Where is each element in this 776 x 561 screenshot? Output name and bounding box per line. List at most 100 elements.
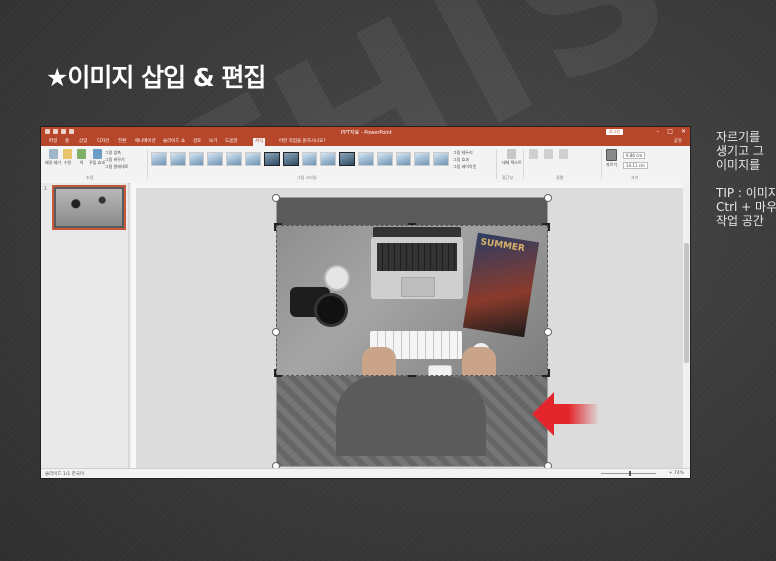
crop-handle-tl-v[interactable] bbox=[274, 223, 276, 231]
side-line-3: 이미지를 bbox=[716, 158, 761, 172]
picture-layout-button[interactable]: 그림 레이아웃 bbox=[453, 164, 476, 170]
slide-title: ★이미지 삽입 & 편집 bbox=[46, 63, 266, 92]
picture-style-15[interactable] bbox=[414, 152, 431, 166]
tab-view[interactable]: 보기 bbox=[207, 138, 219, 146]
selection-pane-button[interactable] bbox=[559, 149, 568, 160]
zoom-slider[interactable] bbox=[601, 471, 656, 476]
crop-handle-bottom[interactable] bbox=[408, 375, 416, 377]
title-bar: PPT자료 - PowerPoint 로그인 – □ ✕ bbox=[41, 127, 690, 137]
tab-format[interactable]: 서식 bbox=[253, 138, 266, 146]
resize-handle[interactable] bbox=[544, 328, 552, 336]
minimize-icon[interactable]: – bbox=[656, 128, 659, 135]
tab-animations[interactable]: 애니메이션 bbox=[133, 138, 158, 146]
bring-forward-button[interactable] bbox=[529, 149, 538, 160]
resize-handle[interactable] bbox=[272, 328, 280, 336]
undo-icon[interactable] bbox=[53, 129, 58, 134]
redo-icon[interactable] bbox=[61, 129, 66, 134]
send-backward-button[interactable] bbox=[544, 149, 553, 160]
slide-thumbnail[interactable] bbox=[52, 185, 126, 230]
bring-forward-icon bbox=[529, 149, 538, 159]
scroll-thumb[interactable] bbox=[684, 243, 689, 363]
height-field[interactable]: 9.86 cm bbox=[623, 152, 646, 159]
crop-handle-bl-v[interactable] bbox=[274, 369, 276, 377]
picture-style-5[interactable] bbox=[226, 152, 243, 166]
alt-text-button[interactable]: 대체 텍스트 bbox=[502, 149, 522, 166]
width-field[interactable]: 14.11 cm bbox=[623, 162, 648, 169]
tab-help[interactable]: 도움말 bbox=[223, 138, 239, 146]
tab-file[interactable]: 파일 bbox=[47, 138, 59, 146]
tab-design[interactable]: 디자인 bbox=[95, 138, 111, 146]
ribbon-separator bbox=[147, 149, 148, 179]
change-picture-button[interactable]: 그림 바꾸기 bbox=[105, 157, 125, 163]
ribbon-separator bbox=[523, 149, 524, 179]
color-label: 색 bbox=[79, 160, 84, 165]
picture-style-3[interactable] bbox=[188, 152, 205, 166]
tab-transitions[interactable]: 전환 bbox=[116, 138, 128, 146]
picture-style-12[interactable] bbox=[357, 152, 374, 166]
window-controls: – □ ✕ bbox=[656, 128, 686, 135]
compress-pictures-button[interactable]: 그림 압축 bbox=[105, 150, 121, 156]
maximize-icon[interactable]: □ bbox=[667, 128, 673, 135]
tab-slideshow[interactable]: 슬라이드 쇼 bbox=[161, 138, 187, 146]
side-line-2: 생기고 그 bbox=[716, 144, 764, 158]
artistic-effects-label: 꾸밈 효과 bbox=[89, 160, 105, 165]
picture-style-13[interactable] bbox=[376, 152, 393, 166]
tab-home[interactable]: 홈 bbox=[63, 138, 71, 146]
picture-style-9[interactable] bbox=[301, 152, 318, 166]
size-group-label: 크기 bbox=[631, 175, 639, 180]
crop-handle-br-v[interactable] bbox=[548, 369, 550, 377]
ribbon-separator bbox=[601, 149, 602, 179]
remove-background-label: 배경 제거 bbox=[45, 160, 61, 165]
corrections-icon bbox=[63, 149, 72, 159]
corrections-button[interactable]: 수정 bbox=[63, 149, 72, 166]
tip-line-2: Ctrl + 마우 bbox=[716, 200, 776, 214]
close-icon[interactable]: ✕ bbox=[681, 128, 686, 135]
zoom-level[interactable]: + 74% bbox=[669, 471, 684, 476]
reset-picture-button[interactable]: 그림 원래대로 bbox=[105, 164, 128, 170]
save-icon[interactable] bbox=[45, 129, 50, 134]
picture-style-6[interactable] bbox=[245, 152, 261, 166]
picture-style-1[interactable] bbox=[151, 152, 167, 166]
tell-me-search[interactable]: 어떤 작업을 원하시나요? bbox=[279, 138, 326, 146]
accessibility-group-label: 접근성 bbox=[502, 175, 514, 180]
vertical-scrollbar[interactable] bbox=[683, 183, 690, 468]
crop-button[interactable]: 자르기 bbox=[606, 149, 617, 168]
crop-handle-top[interactable] bbox=[408, 223, 416, 225]
picture-style-14[interactable] bbox=[395, 152, 412, 166]
styles-group-label: 그림 스타일 bbox=[297, 175, 317, 180]
picture-styles-gallery bbox=[151, 150, 449, 168]
crop-handle-tr-v[interactable] bbox=[548, 223, 550, 231]
remove-background-button[interactable]: 배경 제거 bbox=[45, 149, 61, 166]
ribbon-format: 배경 제거 수정 색 꾸밈 효과 그림 압축 그림 바꾸기 그림 원래대로 조정 bbox=[41, 146, 690, 184]
powerpoint-window: PPT자료 - PowerPoint 로그인 – □ ✕ 파일 홈 삽입 디자인… bbox=[41, 127, 690, 478]
tab-insert[interactable]: 삽입 bbox=[77, 138, 89, 146]
status-bar: 슬라이드 1/1 한국어 + 74% bbox=[41, 468, 690, 478]
artistic-effects-icon bbox=[92, 149, 102, 159]
picture-style-2[interactable] bbox=[169, 152, 186, 166]
picture-style-7[interactable] bbox=[263, 152, 280, 166]
artistic-effects-button[interactable]: 꾸밈 효과 bbox=[89, 149, 105, 166]
color-button[interactable]: 색 bbox=[77, 149, 86, 166]
resize-handle[interactable] bbox=[544, 194, 552, 202]
customize-icon[interactable] bbox=[69, 129, 74, 134]
send-backward-icon bbox=[544, 149, 553, 159]
picture-style-8[interactable] bbox=[282, 152, 299, 166]
remove-background-icon bbox=[48, 149, 58, 159]
crop-icon bbox=[606, 149, 618, 161]
tab-review[interactable]: 검토 bbox=[191, 138, 203, 146]
picture-style-11[interactable] bbox=[339, 152, 355, 166]
alt-text-icon bbox=[507, 149, 517, 159]
resize-handle[interactable] bbox=[272, 194, 280, 202]
picture-style-4[interactable] bbox=[207, 152, 224, 166]
corrections-label: 수정 bbox=[63, 160, 72, 165]
share-button[interactable]: 공유 bbox=[674, 138, 682, 146]
picture-border-button[interactable]: 그림 테두리 bbox=[453, 150, 473, 156]
account-button[interactable]: 로그인 bbox=[606, 129, 624, 135]
picture-effects-button[interactable]: 그림 효과 bbox=[453, 157, 469, 163]
slide-thumbnail-pane: 1 bbox=[41, 183, 129, 468]
document-title: PPT자료 - PowerPoint bbox=[341, 130, 392, 136]
picture-style-16[interactable] bbox=[433, 152, 449, 166]
picture-style-10[interactable] bbox=[320, 152, 337, 166]
ribbon-separator bbox=[496, 149, 497, 179]
selection-pane-icon bbox=[559, 149, 568, 159]
